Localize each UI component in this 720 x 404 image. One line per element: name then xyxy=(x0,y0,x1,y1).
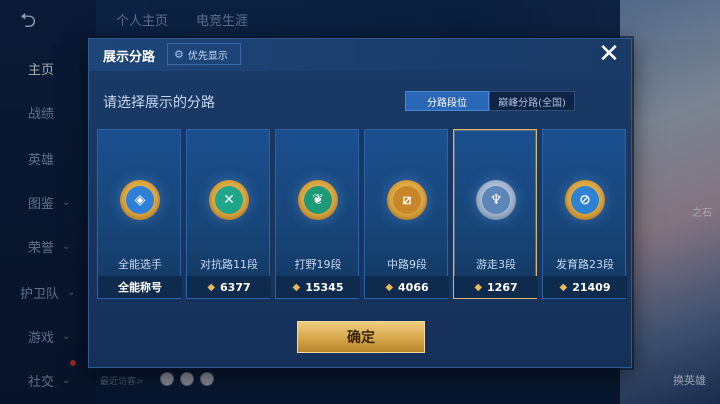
tab-lane-rank[interactable]: 分路段位 xyxy=(405,91,489,111)
all-round-emblem-icon: ◈ xyxy=(120,180,160,220)
diamond-icon: ◆ xyxy=(559,281,568,293)
lane-card-score-value: 15345 xyxy=(305,280,344,294)
tab-peak-lane-national[interactable]: 巅峰分路(全国) xyxy=(489,91,575,111)
diamond-icon: ◆ xyxy=(385,281,394,293)
lane-card-all-round[interactable]: ◈ 全能选手 全能称号 xyxy=(97,129,182,299)
lane-card-score-value: 4066 xyxy=(398,280,429,294)
gear-icon: ⚙ xyxy=(174,47,184,61)
lane-card-roam[interactable]: ♆ 游走3段 ◆ 1267 xyxy=(453,129,538,299)
priority-display-label: 优先显示 xyxy=(187,50,228,62)
lane-card-score-value: 6377 xyxy=(220,280,251,294)
lane-card-jungle[interactable]: ❦ 打野19段 ◆ 15345 xyxy=(275,129,360,299)
lane-card-name: 打野19段 xyxy=(294,258,342,271)
lane-card-clash[interactable]: ✕ 对抗路11段 ◆ 6377 xyxy=(186,129,271,299)
lane-card-name: 中路9段 xyxy=(387,258,427,271)
lane-card-name: 全能选手 xyxy=(118,258,162,271)
lane-card-name: 游走3段 xyxy=(476,258,516,271)
diamond-icon: ◆ xyxy=(292,281,301,293)
lane-card-score: ◆ 6377 xyxy=(187,276,271,298)
dialog-title: 展示分路 xyxy=(103,50,156,65)
close-icon[interactable]: ✕ xyxy=(595,41,623,69)
lane-card-score: ◆ 4066 xyxy=(365,276,449,298)
lane-card-score: ◆ 21409 xyxy=(543,276,627,298)
jungle-emblem-icon: ❦ xyxy=(298,180,338,220)
priority-display-button[interactable]: ⚙ 优先显示 xyxy=(167,43,241,65)
diamond-icon: ◆ xyxy=(207,281,216,293)
lane-card-mid[interactable]: ⧄ 中路9段 ◆ 4066 xyxy=(364,129,449,299)
roam-emblem-icon: ♆ xyxy=(476,180,516,220)
lane-card-score: ◆ 1267 xyxy=(454,276,538,298)
select-prompt: 请选择展示的分路 xyxy=(103,95,215,111)
lane-display-dialog: 展示分路 ⚙ 优先显示 ✕ 请选择展示的分路 分路段位 巅峰分路(全国) ◈ 全… xyxy=(88,38,633,368)
lane-card-name: 对抗路11段 xyxy=(200,258,258,271)
lane-card-score: 全能称号 xyxy=(98,276,182,298)
farm-lane-emblem-icon: ⊘ xyxy=(565,180,605,220)
lane-card-score-value: 1267 xyxy=(487,280,518,294)
lane-card-farm[interactable]: ⊘ 发育路23段 ◆ 21409 xyxy=(542,129,627,299)
lane-card-score-value: 21409 xyxy=(572,280,611,294)
diamond-icon: ◆ xyxy=(474,281,483,293)
confirm-button[interactable]: 确定 xyxy=(297,321,425,353)
clash-lane-emblem-icon: ✕ xyxy=(209,180,249,220)
lane-card-score: ◆ 15345 xyxy=(276,276,360,298)
lane-card-score-value: 全能称号 xyxy=(118,281,162,294)
dialog-titlebar: 展示分路 ⚙ 优先显示 ✕ xyxy=(89,39,633,71)
mid-lane-emblem-icon: ⧄ xyxy=(387,180,427,220)
lane-card-name: 发育路23段 xyxy=(556,258,614,271)
